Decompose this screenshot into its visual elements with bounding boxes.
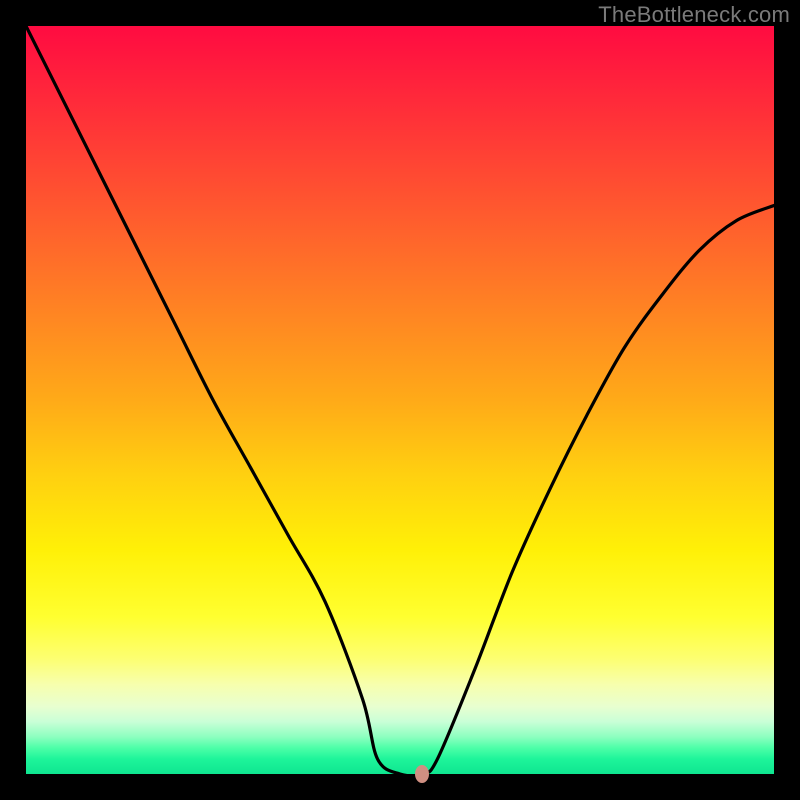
watermark-text: TheBottleneck.com — [598, 2, 790, 28]
bottleneck-curve — [26, 26, 774, 774]
plot-area — [26, 26, 774, 774]
chart-frame: TheBottleneck.com — [0, 0, 800, 800]
optimum-marker — [415, 765, 429, 783]
